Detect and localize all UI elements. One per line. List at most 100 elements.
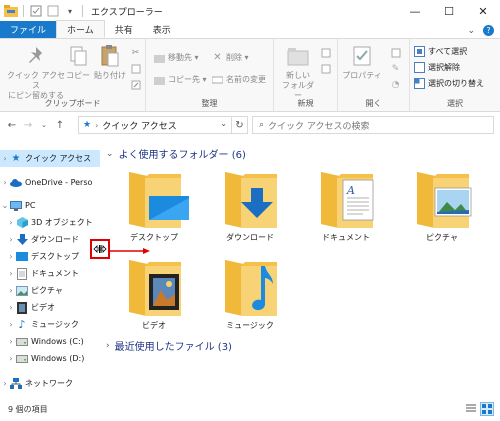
edit-icon[interactable]: ✎ xyxy=(390,63,401,74)
tab-view[interactable]: 表示 xyxy=(143,21,181,38)
properties-check-icon[interactable] xyxy=(29,4,43,18)
star-icon: ★ xyxy=(83,120,92,130)
chevron-right-icon[interactable]: › xyxy=(0,379,10,388)
delete-button[interactable]: ✕ 削除 ▾ xyxy=(212,51,248,64)
pictures-folder-icon xyxy=(417,172,472,228)
nav-item-videos[interactable]: › ビデオ xyxy=(0,299,100,316)
nav-item-quick-access[interactable]: › ★ クイック アクセス xyxy=(0,150,100,167)
chevron-right-icon[interactable]: › xyxy=(6,218,16,227)
folder-label: ピクチャ xyxy=(426,233,458,242)
easy-access-icon[interactable] xyxy=(320,63,331,74)
chevron-right-icon[interactable]: › xyxy=(0,154,10,163)
nav-item-downloads[interactable]: › ダウンロード xyxy=(0,231,100,248)
chevron-right-icon[interactable]: › xyxy=(6,235,16,244)
tab-share[interactable]: 共有 xyxy=(105,21,143,38)
select-none-button[interactable]: 選択解除 xyxy=(414,61,460,74)
move-folder-icon xyxy=(154,52,165,63)
chevron-right-icon[interactable]: › xyxy=(6,320,16,329)
chevron-right-icon[interactable]: › xyxy=(106,341,110,351)
back-button[interactable]: ← xyxy=(4,115,20,135)
new-folder-small-icon[interactable] xyxy=(46,4,60,18)
up-button[interactable]: ↑ xyxy=(52,115,68,135)
help-icon[interactable]: ? xyxy=(483,25,494,36)
nav-item-label: ダウンロード xyxy=(31,235,79,244)
nav-item-drive-d[interactable]: › Windows (D:) xyxy=(0,350,100,367)
copy-icon xyxy=(65,43,91,69)
folder-desktop[interactable]: デスクトップ xyxy=(116,166,192,243)
chevron-right-icon[interactable]: › xyxy=(6,269,16,278)
folder-documents[interactable]: A ドキュメント xyxy=(308,166,384,243)
paste-shortcut-icon[interactable] xyxy=(130,79,141,90)
folder-downloads[interactable]: ダウンロード xyxy=(212,166,288,243)
chevron-down-icon[interactable]: ⌄ xyxy=(0,201,10,210)
details-view-icon[interactable] xyxy=(464,402,478,416)
chevron-right-icon[interactable]: › xyxy=(6,286,16,295)
select-all-button[interactable]: すべて選択 xyxy=(414,45,467,58)
window-controls: — ☐ ✕ xyxy=(398,0,500,22)
address-bar[interactable]: ★ › クイック アクセス ⌄ ↻ xyxy=(78,116,248,134)
nav-item-onedrive[interactable]: › OneDrive - Perso xyxy=(0,174,100,191)
properties-button[interactable]: プロパティ xyxy=(342,43,382,81)
tab-file[interactable]: ファイル xyxy=(0,21,57,38)
forward-button[interactable]: → xyxy=(20,115,36,135)
open-icon[interactable] xyxy=(390,47,401,58)
desktop-folder-icon xyxy=(129,172,189,228)
chevron-right-icon[interactable]: › xyxy=(6,303,16,312)
music-folder-icon xyxy=(225,260,277,316)
frequent-folders-title: よく使用するフォルダー (6) xyxy=(118,150,246,161)
customize-toolbar-icon[interactable]: ▾ xyxy=(63,4,77,18)
new-folder-icon xyxy=(285,43,311,69)
select-none-icon xyxy=(414,62,425,73)
nav-item-pc[interactable]: ⌄ PC xyxy=(0,197,100,214)
nav-item-network[interactable]: › ネットワーク xyxy=(0,375,100,392)
folder-label: ミュージック xyxy=(226,321,274,330)
paste-button[interactable]: 貼り付け xyxy=(94,43,126,81)
copy-to-button[interactable]: コピー先 ▾ xyxy=(154,73,207,86)
nav-item-pictures[interactable]: › ピクチャ xyxy=(0,282,100,299)
nav-item-drive-c[interactable]: › Windows (C:) xyxy=(0,333,100,350)
recent-files-header[interactable]: › 最近使用したファイル (3) xyxy=(106,338,232,354)
content-area[interactable]: ⌄ よく使用するフォルダー (6) デスクトップ ダウンロード A ドキュメント xyxy=(100,140,500,398)
folder-pictures[interactable]: ピクチャ xyxy=(404,166,480,243)
move-to-button[interactable]: 移動先 ▾ xyxy=(154,51,199,64)
invert-selection-button[interactable]: 選択の切り替え xyxy=(414,77,484,90)
chevron-down-icon[interactable]: ⌄ xyxy=(106,149,114,159)
large-icons-view-icon[interactable] xyxy=(480,402,494,416)
copy-button[interactable]: コピー xyxy=(66,43,90,81)
new-item-icon[interactable] xyxy=(320,47,331,58)
pin-quick-access-button[interactable]: クイック アクセス にピン留めする xyxy=(4,43,68,101)
history-icon[interactable]: ◔ xyxy=(390,79,401,90)
invert-selection-label: 選択の切り替え xyxy=(428,79,484,88)
minimize-button[interactable]: — xyxy=(398,0,432,22)
search-box[interactable]: ⌕ クイック アクセスの検索 xyxy=(252,116,494,134)
address-dropdown-icon[interactable]: ⌄ xyxy=(220,119,227,128)
chevron-right-icon[interactable]: › xyxy=(0,178,10,187)
chevron-right-icon[interactable]: › xyxy=(6,354,16,363)
frequent-folders-header[interactable]: ⌄ よく使用するフォルダー (6) xyxy=(106,146,246,162)
navigation-pane[interactable]: › ★ クイック アクセス › OneDrive - Perso ⌄ PC › … xyxy=(0,144,100,396)
nav-item-documents[interactable]: › ドキュメント xyxy=(0,265,100,282)
nav-item-desktop[interactable]: › デスクトップ xyxy=(0,248,100,265)
nav-item-music[interactable]: › ♪ ミュージック xyxy=(0,316,100,333)
nav-item-3d-objects[interactable]: › 3D オブジェクト xyxy=(0,214,100,231)
chevron-right-icon[interactable]: › xyxy=(6,252,16,261)
tab-home[interactable]: ホーム xyxy=(56,20,105,38)
rename-button[interactable]: 名前の変更 xyxy=(212,73,266,86)
refresh-icon[interactable]: ↻ xyxy=(231,117,247,133)
close-button[interactable]: ✕ xyxy=(466,0,500,22)
new-folder-button[interactable]: 新しい フォルダー xyxy=(280,43,316,101)
maximize-button[interactable]: ☐ xyxy=(432,0,466,22)
item-count: 9 個の項目 xyxy=(8,405,48,414)
address-path[interactable]: クイック アクセス xyxy=(102,119,176,132)
folder-videos[interactable]: ビデオ xyxy=(116,254,192,331)
new-folder-label-line1: 新しい xyxy=(286,71,310,80)
chevron-right-icon[interactable]: › xyxy=(6,337,16,346)
folder-music[interactable]: ミュージック xyxy=(212,254,288,331)
nav-item-label: PC xyxy=(25,201,36,210)
quick-access-toolbar: ▾ xyxy=(0,4,85,18)
chevron-down-icon[interactable]: ⌄ xyxy=(467,26,475,36)
cut-icon[interactable]: ✂ xyxy=(130,47,141,58)
recent-locations-button[interactable]: ⌄ xyxy=(36,115,52,135)
copy-path-icon[interactable] xyxy=(130,63,141,74)
invert-selection-icon xyxy=(414,78,425,89)
